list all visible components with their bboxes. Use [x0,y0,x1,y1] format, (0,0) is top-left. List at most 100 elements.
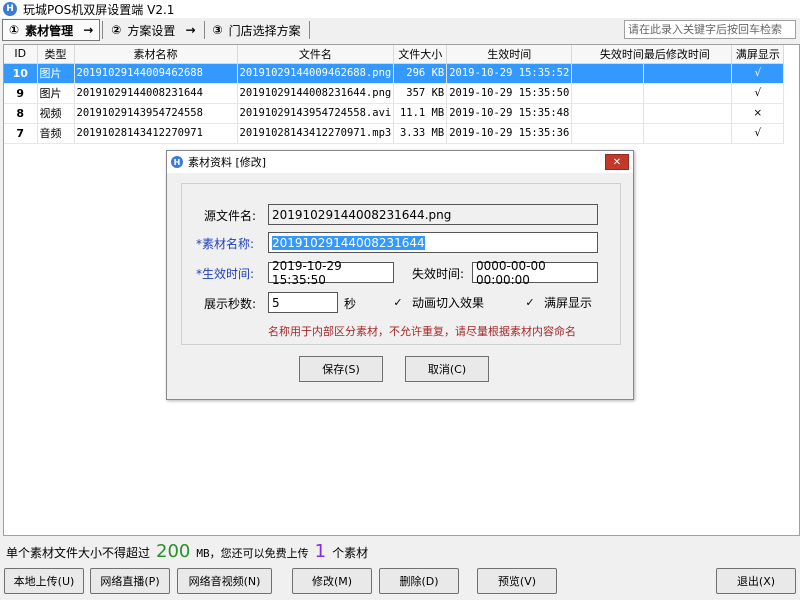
animation-checkbox[interactable]: ✓ 动画切入效果 [392,294,484,311]
cell-modified [643,103,733,124]
col-header-fullscreen[interactable]: 满屏显示 [731,45,785,64]
seconds-unit: 秒 [344,297,357,311]
display-seconds-label: 展示秒数: [204,297,257,311]
cell-size: 11.1 MB [393,103,448,124]
step-label: 门店选择方案 [228,23,301,38]
divider [203,21,205,39]
arrow-right-icon: → [83,23,94,37]
source-file-field: 20191029144008231644.png [268,204,598,225]
cell-name: 20191029143954724558 [74,103,238,124]
table-header: ID 类型 素材名称 文件名 文件大小 生效时间 失效时间 最后修改时间 满屏显… [4,45,785,64]
col-header-id[interactable]: ID [4,45,38,64]
cell-id: 9 [4,83,38,104]
max-size-value: 200 [156,541,191,562]
cell-fullscreen: √ [731,83,785,104]
save-button[interactable]: 保存(S) [299,356,383,382]
step-number: ① [9,23,20,37]
col-header-size[interactable]: 文件大小 [393,45,448,64]
col-header-modified[interactable]: 最后修改时间 [643,45,733,64]
cell-size: 296 KB [393,63,448,84]
table-row[interactable]: 8 视频 20191029143954724558 20191029143954… [4,103,785,124]
material-name-label: *素材名称: [196,237,255,251]
col-header-type[interactable]: 类型 [37,45,75,64]
quota-prefix: 单个素材文件大小不得超过 [6,546,151,560]
dialog-title-bar[interactable]: H 素材资料 [修改] [167,151,633,173]
remaining-count: 1 [314,541,327,562]
cell-id: 8 [4,103,38,124]
col-header-end[interactable]: 失效时间 [571,45,644,64]
cell-type: 音频 [37,123,75,144]
table-row[interactable]: 7 音频 20191028143412270971 20191028143412… [4,123,785,144]
exit-button[interactable]: 退出(X) [716,568,796,594]
search-input[interactable] [624,20,796,39]
quota-suffix: 个素材 [332,546,369,560]
preview-button[interactable]: 预览(V) [477,568,557,594]
fullscreen-checkbox[interactable]: ✓ 满屏显示 [524,294,592,311]
cell-file: 20191029143954724558.avi [237,103,395,124]
check-icon: ✓ [525,295,535,309]
dialog-form-panel: 源文件名: 20191029144008231644.png *素材名称: 20… [181,183,621,345]
start-time-input[interactable]: 2019-10-29 15:35:50 [268,259,394,287]
cell-modified [643,63,733,84]
cell-file: 20191028143412270971.mp3 [237,123,395,144]
quota-unit: MB，您还可以免费上传 [196,547,309,560]
app-icon: H [3,2,17,16]
cell-type: 图片 [37,63,75,84]
table-row[interactable]: 10 图片 20191029144009462688 2019102914400… [4,63,785,84]
cell-end [571,63,645,84]
local-upload-button[interactable]: 本地上传(U) [4,568,84,594]
tab-material-management[interactable]: ① 素材管理 → [2,19,101,41]
col-header-start[interactable]: 生效时间 [446,45,573,64]
cell-id: 10 [4,63,38,84]
display-seconds-input[interactable]: 5 [268,292,338,313]
dialog-title: 素材资料 [修改] [188,156,267,169]
material-name-input[interactable]: 20191029144008231644 [268,232,598,253]
step-number: ③ [212,23,223,37]
cell-size: 3.33 MB [393,123,448,144]
cell-modified [643,123,733,144]
cell-end [571,123,645,144]
tab-store-plan[interactable]: ③ 门店选择方案 [207,19,307,41]
fullscreen-label: 满屏显示 [544,296,593,310]
live-stream-button[interactable]: 网络直播(P) [90,568,170,594]
quota-info: 单个素材文件大小不得超过 200 MB，您还可以免费上传 1 个素材 [6,541,368,563]
animation-label: 动画切入效果 [412,296,485,310]
cell-id: 7 [4,123,38,144]
step-number: ② [111,23,122,37]
divider [308,21,310,39]
table-row[interactable]: 9 图片 20191029144008231644 20191029144008… [4,83,785,104]
material-edit-dialog: H 素材资料 [修改] ✕ 源文件名: 20191029144008231644… [166,150,634,400]
cell-file: 20191029144009462688.png [237,63,395,84]
start-time-label: *生效时间: [196,267,255,281]
modify-button[interactable]: 修改(M) [292,568,372,594]
step-label: 素材管理 [25,23,74,38]
tab-plan-settings[interactable]: ② 方案设置 → [105,19,201,41]
check-icon: ✓ [393,295,403,309]
cell-fullscreen: × [731,103,785,124]
cell-file: 20191029144008231644.png [237,83,395,104]
col-header-file[interactable]: 文件名 [237,45,395,64]
source-file-label: 源文件名: [204,209,257,223]
cell-start: 2019-10-29 15:35:50 [446,83,573,104]
col-header-name[interactable]: 素材名称 [74,45,238,64]
cell-start: 2019-10-29 15:35:36 [446,123,573,144]
cell-name: 20191028143412270971 [74,123,238,144]
cell-type: 图片 [37,83,75,104]
app-icon: H [171,156,183,168]
cancel-button[interactable]: 取消(C) [405,356,489,382]
cell-fullscreen: √ [731,123,785,144]
step-label: 方案设置 [127,23,176,38]
cell-name: 20191029144009462688 [74,63,238,84]
end-time-label: 失效时间: [412,267,465,281]
end-time-input[interactable]: 0000-00-00 00:00:00 [472,259,598,287]
cell-end [571,103,645,124]
cell-start: 2019-10-29 15:35:52 [446,63,573,84]
cell-end [571,83,645,104]
delete-button[interactable]: 删除(D) [379,568,459,594]
close-icon[interactable]: ✕ [605,154,629,170]
network-av-button[interactable]: 网络音视频(N) [177,568,272,594]
divider [102,21,104,39]
material-name-value: 20191029144008231644 [272,235,425,250]
cell-name: 20191029144008231644 [74,83,238,104]
material-table: ID 类型 素材名称 文件名 文件大小 生效时间 失效时间 最后修改时间 满屏显… [4,45,785,144]
